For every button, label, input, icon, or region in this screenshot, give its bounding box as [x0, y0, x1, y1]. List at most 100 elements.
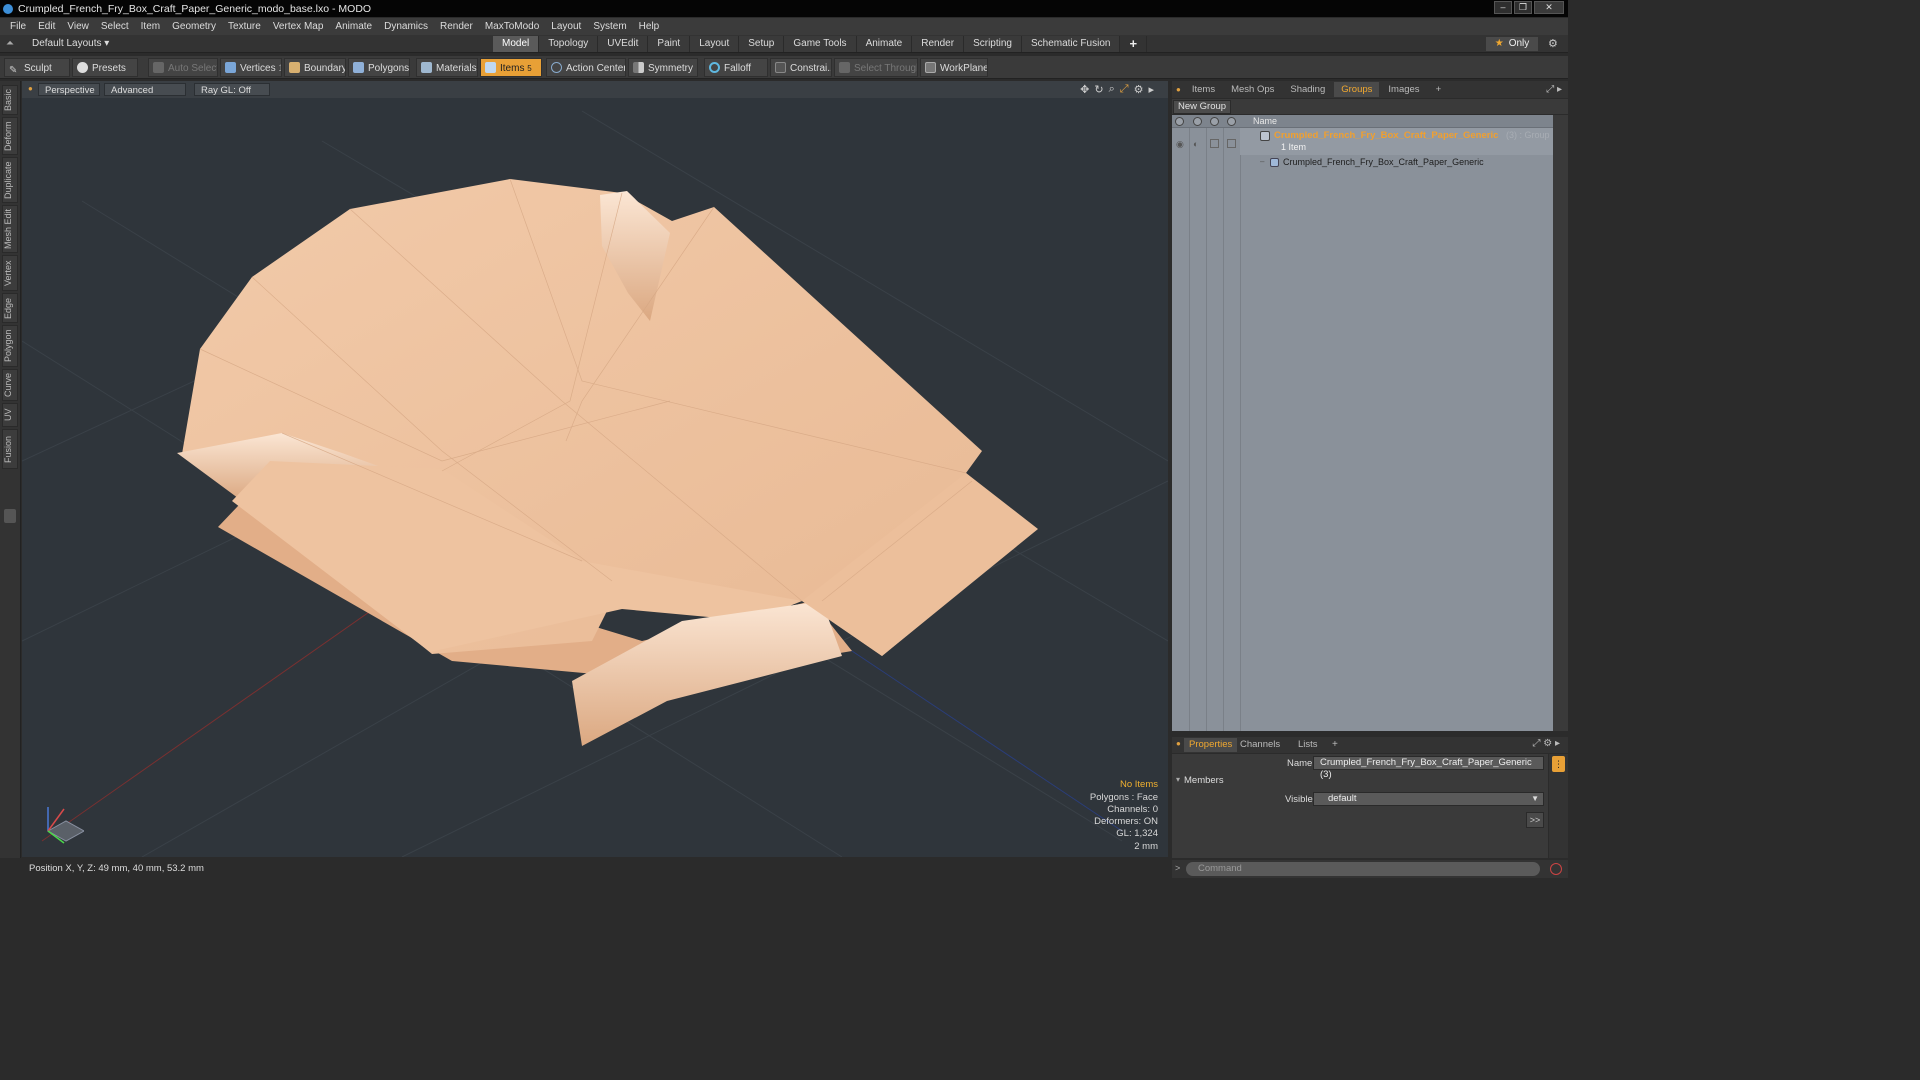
vtab-vertex[interactable]: Vertex [2, 255, 18, 291]
record-icon[interactable] [1550, 863, 1562, 875]
add-panel-tab-button[interactable]: + [1429, 82, 1449, 97]
vtab-deform[interactable]: Deform [2, 117, 18, 155]
vtab-uv[interactable]: UV [2, 403, 18, 427]
menu-file[interactable]: File [4, 21, 32, 32]
items-button[interactable]: Items 5 [480, 58, 542, 77]
vtab-curve[interactable]: Curve [2, 369, 18, 401]
falloff-button[interactable]: Falloff [704, 58, 768, 77]
menu-texture[interactable]: Texture [222, 21, 267, 32]
materials-button[interactable]: Materials [416, 58, 478, 77]
select-toggle[interactable] [1227, 139, 1236, 148]
expand-arrow-icon[interactable]: ▸ [1148, 83, 1154, 96]
more-button[interactable]: >> [1526, 812, 1544, 828]
menu-system[interactable]: System [587, 21, 632, 32]
zoom-view-icon[interactable]: ⌕ [1109, 83, 1115, 96]
action-center-button[interactable]: Action Center [546, 58, 626, 77]
tab-animate[interactable]: Animate [856, 36, 913, 52]
symmetry-button[interactable]: Symmetry [628, 58, 698, 77]
vtab-mesh-edit[interactable]: Mesh Edit [2, 205, 18, 253]
name-field[interactable]: Crumpled_French_Fry_Box_Craft_Paper_Gene… [1313, 756, 1544, 780]
vtab-polygon[interactable]: Polygon [2, 325, 18, 367]
add-tab-button[interactable]: + [1120, 36, 1148, 52]
vertices-button[interactable]: Vertices 1 [220, 58, 282, 77]
layout-dropdown[interactable]: Default Layouts ▾ [26, 37, 115, 51]
tab-render[interactable]: Render [912, 36, 965, 52]
panel-expand-icon[interactable]: ⤢ ▸ [1546, 84, 1562, 95]
raygl-button[interactable]: Ray GL: Off [194, 83, 270, 96]
panel-scrollbar[interactable] [1553, 115, 1568, 731]
tab-lists[interactable]: Lists [1298, 738, 1318, 752]
vtab-fusion[interactable]: Fusion [2, 429, 18, 469]
polygons-button[interactable]: Polygons [348, 58, 410, 77]
move-view-icon[interactable]: ✥ [1080, 83, 1089, 96]
menu-dynamics[interactable]: Dynamics [378, 21, 434, 32]
vtab-basic[interactable]: Basic [2, 85, 18, 115]
presets-button[interactable]: Presets [72, 58, 138, 77]
tab-mesh-ops[interactable]: Mesh Ops [1224, 82, 1281, 97]
menu-vertex-map[interactable]: Vertex Map [267, 21, 330, 32]
menu-layout[interactable]: Layout [545, 21, 587, 32]
minimize-button[interactable]: – [1494, 1, 1512, 14]
menu-edit[interactable]: Edit [32, 21, 61, 32]
menu-maxtomodo[interactable]: MaxToModo [479, 21, 545, 32]
menu-view[interactable]: View [61, 21, 95, 32]
gear-icon[interactable]: ⚙ [1548, 37, 1558, 50]
add-properties-tab[interactable]: + [1332, 738, 1338, 752]
menu-help[interactable]: Help [633, 21, 666, 32]
tab-setup[interactable]: Setup [739, 36, 785, 52]
vtab-duplicate[interactable]: Duplicate [2, 157, 18, 203]
new-group-button[interactable]: New Group [1173, 100, 1232, 114]
properties-menu-icon[interactable]: ● [1176, 739, 1181, 748]
tab-paint[interactable]: Paint [648, 36, 691, 52]
lock-col-icon[interactable] [1210, 117, 1219, 126]
menu-geometry[interactable]: Geometry [166, 21, 222, 32]
tab-channels[interactable]: Channels [1240, 738, 1280, 752]
tab-groups[interactable]: Groups [1334, 82, 1380, 97]
perspective-button[interactable]: Perspective [38, 83, 100, 96]
panel-menu-icon[interactable]: ● [1176, 85, 1181, 94]
menu-item[interactable]: Item [135, 21, 166, 32]
properties-expand-icon[interactable]: ⤢ ⚙ ▸ [1532, 738, 1560, 749]
lock-toggle[interactable] [1210, 139, 1219, 148]
advanced-button[interactable]: Advanced [104, 83, 186, 96]
crumpled-fry-box-mesh[interactable] [177, 178, 1038, 746]
menu-select[interactable]: Select [95, 21, 135, 32]
boundary-button[interactable]: Boundary [284, 58, 346, 77]
auto-select-button[interactable]: Auto Select [148, 58, 218, 77]
groups-list[interactable]: Name ◉ ◐ Crumpled_French_Fry_Box_Craft_P… [1172, 115, 1553, 731]
sculpt-button[interactable]: ✎ Sculpt [4, 58, 70, 77]
tab-layout[interactable]: Layout [690, 36, 740, 52]
tab-schematic-fusion[interactable]: Schematic Fusion [1021, 36, 1121, 52]
maximize-button[interactable]: ❐ [1514, 1, 1532, 14]
select-through-button[interactable]: Select Through [834, 58, 918, 77]
side-toggle-button[interactable]: ⋮ [1552, 756, 1565, 772]
rotate-view-icon[interactable]: ↻ [1094, 83, 1103, 96]
collapse-members-icon[interactable]: ▾ [1176, 775, 1180, 784]
constraints-button[interactable]: Constrai... [770, 58, 832, 77]
workplane-button[interactable]: WorkPlane [920, 58, 988, 77]
group-row[interactable]: ◉ ◐ Crumpled_French_Fry_Box_Craft_Paper_… [1172, 130, 1553, 157]
visibility-col-icon[interactable] [1175, 117, 1184, 126]
eye-icon[interactable]: ◉ [1176, 139, 1184, 150]
menu-render[interactable]: Render [434, 21, 479, 32]
child-row[interactable]: – Crumpled_French_Fry_Box_Craft_Paper_Ge… [1240, 157, 1553, 170]
tab-images[interactable]: Images [1381, 82, 1426, 97]
command-input[interactable]: Command [1186, 862, 1540, 876]
strip-toggle-button[interactable] [4, 509, 16, 523]
vtab-edge[interactable]: Edge [2, 293, 18, 323]
tab-properties[interactable]: Properties [1184, 738, 1238, 752]
close-button[interactable]: ✕ [1534, 1, 1564, 14]
tab-model[interactable]: Model [493, 36, 540, 52]
3d-viewport[interactable]: ● Perspective Advanced Ray GL: Off ✥ ↻ ⌕… [22, 81, 1168, 857]
menu-animate[interactable]: Animate [329, 21, 378, 32]
viewport-menu-icon[interactable]: ● [28, 84, 33, 93]
tab-topology[interactable]: Topology [539, 36, 599, 52]
render-icon[interactable]: ◐ [1193, 139, 1198, 149]
viewport-settings-icon[interactable]: ⚙ [1134, 83, 1144, 96]
fit-view-icon[interactable]: ⤢ [1120, 83, 1129, 96]
visible-dropdown[interactable]: default ▼ [1313, 792, 1544, 806]
select-col-icon[interactable] [1227, 117, 1236, 126]
tab-scripting[interactable]: Scripting [964, 36, 1022, 52]
tab-shading[interactable]: Shading [1283, 82, 1332, 97]
only-toggle[interactable]: ★ Only [1486, 37, 1538, 51]
